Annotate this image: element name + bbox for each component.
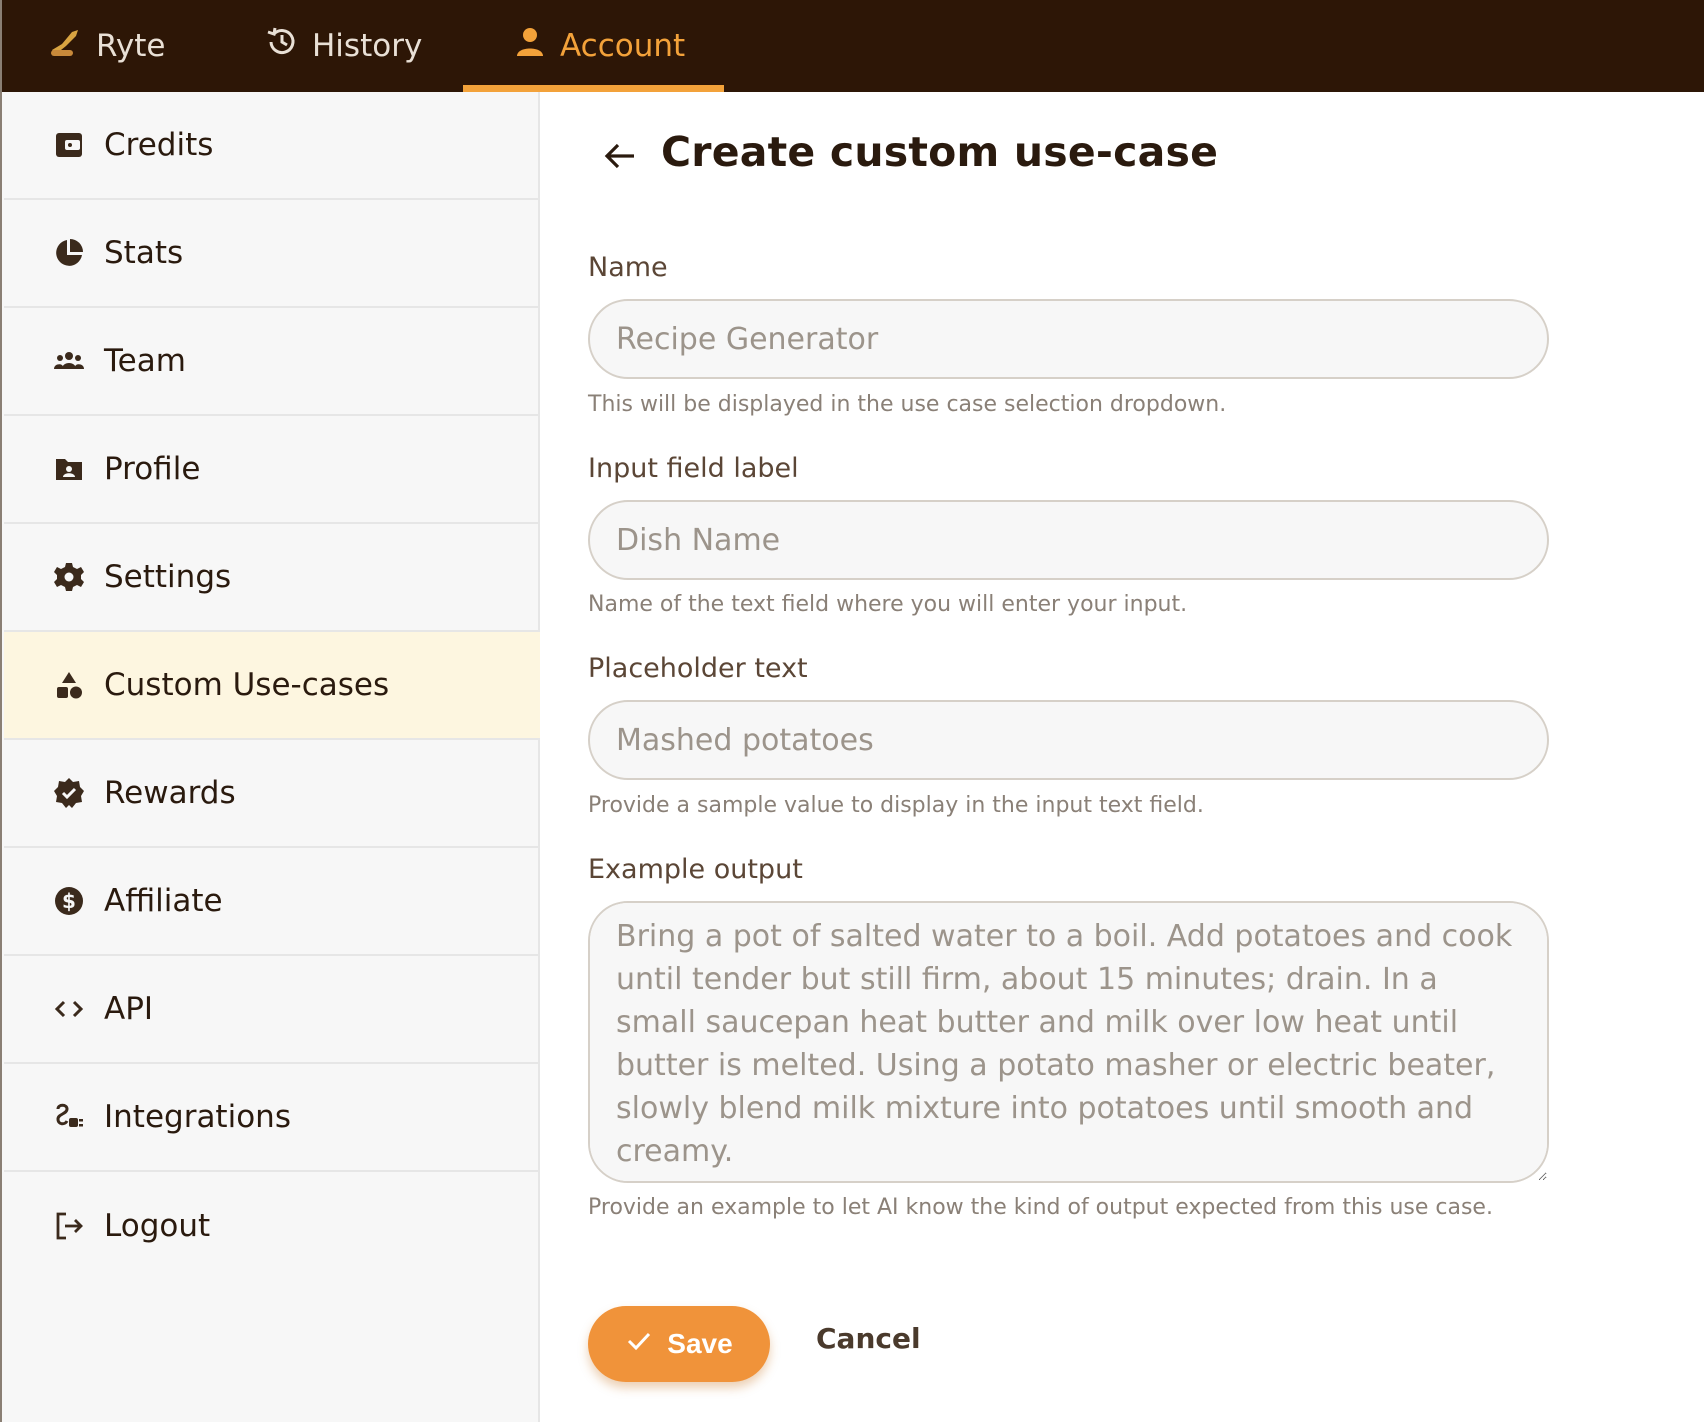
check-icon [625,1327,653,1362]
sidebar-item-label: Logout [104,1208,211,1244]
sidebar-item-label: Credits [104,127,214,163]
sidebar-item-custom-use-cases[interactable]: Custom Use-cases [4,632,540,740]
input-field-label-input[interactable] [588,500,1549,580]
name-label: Name [588,252,668,283]
example-output-textarea[interactable] [588,901,1549,1183]
dollar-circle-icon: $ [52,884,86,918]
placeholder-text-help-text: Provide a sample value to display in the… [588,793,1204,818]
sidebar-item-label: Team [104,343,186,379]
sidebar-item-team[interactable]: Team [4,308,540,416]
logout-icon [52,1209,86,1243]
user-icon [512,24,548,68]
shapes-icon [52,668,86,702]
sidebar-item-label: Profile [104,451,201,487]
save-button[interactable]: Save [588,1306,770,1382]
sidebar-item-label: Affiliate [104,883,223,919]
example-output-label: Example output [588,854,803,885]
pie-chart-icon [52,236,86,270]
sidebar-item-label: Custom Use-cases [104,667,390,703]
tab-ryte-label: Ryte [96,28,166,64]
tab-ryte[interactable]: Ryte [48,0,165,92]
main-content: Create custom use-case Name This will be… [540,92,1704,1422]
sidebar-item-stats[interactable]: Stats [4,200,540,308]
sidebar-item-settings[interactable]: Settings [4,524,540,632]
sidebar-item-profile[interactable]: Profile [4,416,540,524]
input-field-label-label: Input field label [588,453,799,484]
sidebar-item-rewards[interactable]: Rewards [4,740,540,848]
sidebar-item-api[interactable]: API [4,956,540,1064]
sidebar-item-integrations[interactable]: Integrations [4,1064,540,1172]
sidebar-item-label: Settings [104,559,232,595]
back-arrow-icon[interactable] [600,136,640,176]
gear-icon [52,560,86,594]
top-navigation-bar: Ryte History Account [0,0,1704,92]
profile-folder-icon [52,452,86,486]
input-field-label-help-text: Name of the text field where you will en… [588,592,1188,617]
history-icon [264,24,300,68]
wallet-icon [52,128,86,162]
cancel-button[interactable]: Cancel [816,1322,921,1355]
tab-history[interactable]: History [264,0,422,92]
sidebar-item-label: Integrations [104,1099,291,1135]
active-tab-indicator [463,85,724,92]
sidebar-item-label: API [104,991,154,1027]
example-output-help-text: Provide an example to let AI know the ki… [588,1195,1493,1220]
quill-hand-icon [48,24,84,68]
name-help-text: This will be displayed in the use case s… [588,392,1227,417]
tab-history-label: History [312,28,423,64]
code-icon [52,992,86,1026]
team-icon [52,344,86,378]
sidebar-item-affiliate[interactable]: $ Affiliate [4,848,540,956]
tab-account[interactable]: Account [512,0,685,92]
tab-account-label: Account [560,28,686,64]
name-input[interactable] [588,299,1549,379]
plug-icon [52,1100,86,1134]
sidebar-item-credits[interactable]: Credits [4,92,540,200]
badge-check-icon [52,776,86,810]
sidebar: Credits Stats Team Profile Settings Cust… [0,92,540,1422]
placeholder-text-input[interactable] [588,700,1549,780]
placeholder-text-label: Placeholder text [588,653,808,684]
sidebar-item-logout[interactable]: Logout [4,1172,540,1280]
svg-text:$: $ [62,889,76,913]
page-title: Create custom use-case [661,128,1219,176]
sidebar-item-label: Rewards [104,775,236,811]
sidebar-item-label: Stats [104,235,184,271]
save-button-label: Save [667,1328,733,1359]
